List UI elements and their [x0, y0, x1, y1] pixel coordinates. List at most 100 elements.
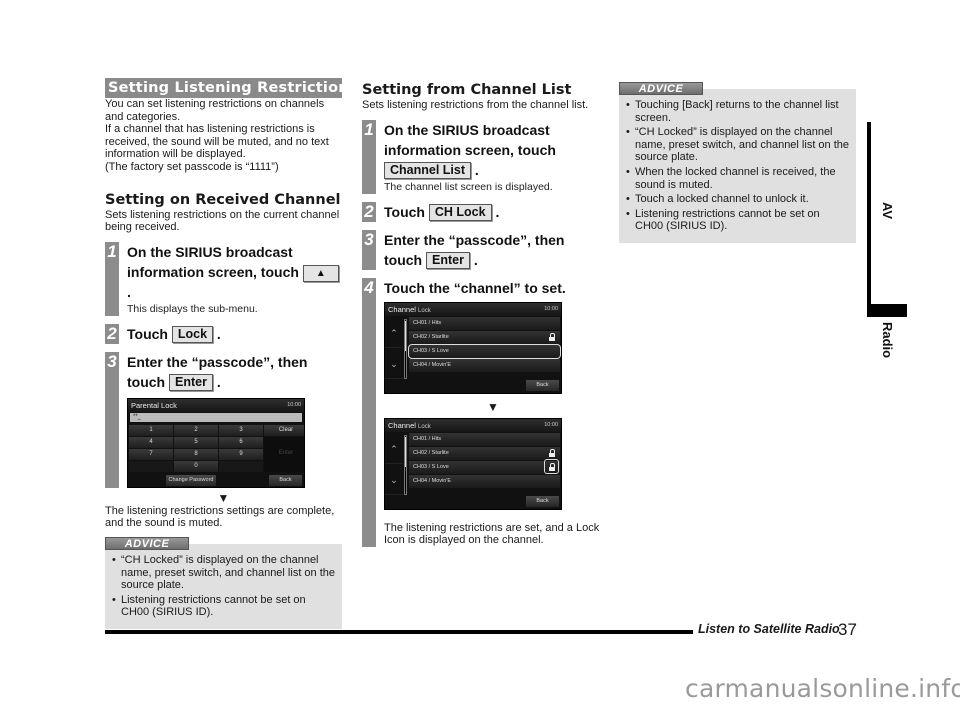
parental-lock-screenshot: Parental Lock 10:00 **_ 1 2 3 Clear 4 5 …: [127, 397, 305, 488]
up-arrow-key: ▲: [302, 264, 339, 282]
advice-label: ADVICE: [619, 82, 703, 95]
back-button: Back: [526, 379, 559, 391]
advice-item: Listening restrictions cannot be set on …: [111, 594, 336, 619]
column-channel-list: Setting from Channel List Sets listening…: [362, 82, 602, 547]
step-number: 2: [105, 323, 119, 344]
step-2: 2 Touch CH Lock .: [362, 201, 602, 222]
step-note: This displays the sub-menu.: [127, 302, 258, 315]
scrollbar: [404, 318, 407, 379]
section-title-received: Setting on Received Channel: [105, 191, 341, 208]
channel-list: CH01 / Hits CH02 / Starlite CH03 / S Lov…: [408, 316, 561, 373]
channel-row: CH01 / Hits: [409, 432, 560, 446]
channel-row: CH02 / Starlite: [409, 330, 560, 344]
step-1: 1 On the SIRIUS broadcast information sc…: [362, 119, 602, 194]
step-number: 4: [362, 277, 376, 547]
key-0: 0: [174, 460, 218, 472]
step-1: 1 On the SIRIUS broadcast information sc…: [105, 241, 342, 316]
key-7: 7: [129, 448, 173, 460]
advice-box: ADVICE Touching [Back] returns to the ch…: [619, 82, 856, 243]
advice-label: ADVICE: [105, 536, 189, 550]
step-number: 1: [362, 119, 376, 194]
section-desc: Sets listening restrictions from the cha…: [362, 99, 589, 111]
key-1: 1: [129, 424, 173, 436]
screen-clock: 10:00: [287, 401, 301, 408]
advice-item: Listening restrictions cannot be set on …: [625, 208, 850, 233]
page-number: 37: [838, 620, 857, 639]
lock-icon: [549, 332, 555, 341]
ch-lock-key: CH Lock: [428, 203, 492, 221]
step-2: 2 Touch Lock .: [105, 323, 342, 344]
section-band-title: Setting Listening Restrictions: [105, 78, 357, 98]
chevron-up-icon: ⌃: [385, 433, 403, 464]
lock-icon: [549, 448, 555, 457]
section-desc: Sets listening restrictions on the curre…: [105, 208, 340, 234]
channel-row: CH01 / Hits: [409, 316, 560, 330]
screen-subtitle: Lock: [418, 423, 431, 430]
channel-row: CH04 / Movin'E: [409, 474, 560, 488]
channel-row: CH03 / S Love: [409, 458, 560, 474]
advice-item: Touch a locked channel to unlock it.: [625, 193, 850, 206]
key-blank: [129, 460, 173, 472]
footer-rule: [105, 630, 693, 634]
change-password-button: Change Password: [166, 474, 216, 486]
screen-title: Channel: [388, 420, 416, 430]
channel-list-key: Channel List: [384, 161, 472, 179]
result-text: The listening restrictions are set, and …: [384, 521, 600, 547]
key-4: 4: [129, 436, 173, 448]
lock-highlight: [544, 458, 559, 474]
enter-key: Enter: [426, 251, 470, 269]
screen-clock: 10:00: [544, 305, 558, 312]
key-clear: Clear: [264, 424, 304, 436]
key-blank: [219, 460, 263, 472]
key-9: 9: [219, 448, 263, 460]
advice-box: ADVICE “CH Locked” is displayed on the c…: [105, 536, 342, 629]
chevron-up-icon: ⌃: [385, 317, 403, 348]
step-number: 1: [105, 241, 119, 316]
footer-title: Listen to Satellite Radio: [698, 622, 840, 636]
side-tab-section: AV: [880, 202, 895, 220]
back-button: Back: [269, 474, 302, 486]
chevron-down-icon: ⌄: [385, 348, 403, 379]
advice-item: Touching [Back] returns to the channel l…: [625, 99, 850, 124]
key-3: 3: [219, 424, 263, 436]
side-tab-subsection: Radio: [880, 322, 895, 359]
channel-lock-screenshot-after: Channel Lock 10:00 ⌃ ⌄ CH01 / Hits CH02 …: [384, 417, 562, 510]
watermark: carmanualsonline.info: [685, 674, 960, 703]
chevron-down-icon: ⌄: [385, 464, 403, 495]
step-3: 3 Enter the “passcode”, then touch Enter…: [362, 229, 602, 270]
section-title-channel-list: Setting from Channel List: [362, 82, 572, 98]
step-note: The channel list screen is displayed.: [384, 180, 553, 193]
column-received-channel: Setting Listening Restrictions You can s…: [105, 78, 357, 629]
result-text: The listening restrictions settings are …: [105, 504, 335, 530]
screen-title: Parental Lock: [131, 400, 177, 410]
down-arrow-icon: ▼: [217, 490, 230, 505]
step-3: 3 Enter the “passcode”, then touch Enter…: [105, 351, 342, 488]
column-advice: ADVICE Touching [Back] returns to the ch…: [619, 82, 856, 243]
side-tab-marker: [867, 304, 907, 317]
channel-list: CH01 / Hits CH02 / Starlite CH03 / S Lov…: [409, 432, 560, 489]
intro-text: You can set listening restrictions on ch…: [105, 98, 329, 173]
screen-clock: 10:00: [544, 421, 558, 428]
channel-row: CH04 / Movin'E: [409, 358, 560, 372]
channel-lock-screenshot-before: Channel Lock 10:00 ⌃ ⌄ CH01 / Hits CH02 …: [384, 301, 562, 394]
passcode-field: **_: [130, 412, 302, 422]
side-tab-line: [867, 122, 871, 308]
step-number: 3: [105, 351, 119, 488]
channel-row: CH02 / Starlite: [409, 446, 560, 460]
advice-item: When the locked channel is received, the…: [625, 166, 850, 191]
screen-title: Channel: [388, 304, 416, 314]
back-button: Back: [526, 495, 559, 507]
key-2: 2: [174, 424, 218, 436]
step-4: 4 Touch the “channel” to set. Channel Lo…: [362, 277, 602, 547]
step-number: 3: [362, 229, 376, 270]
key-5: 5: [174, 436, 218, 448]
scrollbar: [404, 434, 407, 495]
advice-item: “CH Locked” is displayed on the channel …: [625, 126, 850, 164]
step-number: 2: [362, 201, 376, 222]
key-6: 6: [219, 436, 263, 448]
lock-key: Lock: [171, 325, 214, 343]
advice-item: “CH Locked” is displayed on the channel …: [111, 554, 336, 592]
key-enter: Enter: [264, 436, 304, 472]
channel-row-highlighted: CH03 / S Love: [408, 343, 561, 359]
enter-key: Enter: [169, 373, 213, 391]
